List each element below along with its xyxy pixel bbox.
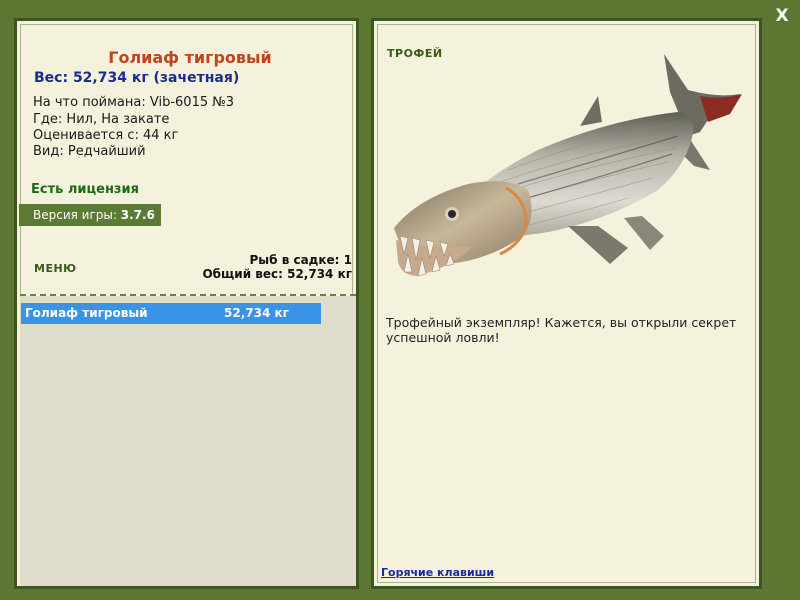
- keepnet-total-weight: Общий вес: 52,734 кг: [202, 267, 352, 281]
- version-label: Версия игры:: [33, 208, 121, 222]
- license-status: Есть лицензия: [31, 182, 139, 197]
- catch-rating-info: Оценивается с: 44 кг: [33, 128, 179, 143]
- keepnet-fish-count: Рыб в садке: 1: [249, 253, 353, 267]
- menu-button[interactable]: МЕНЮ: [34, 262, 77, 275]
- keepnet-row-name: Голиаф тигровый: [25, 306, 148, 320]
- hotkeys-link[interactable]: Горячие клавиши: [381, 566, 494, 579]
- catch-lure-info: На что поймана: Vib-6015 №3: [33, 95, 235, 110]
- game-version-bar: Версия игры: 3.7.6: [19, 204, 161, 226]
- close-button[interactable]: X: [772, 6, 792, 26]
- fish-species-title: Голиаф тигровый: [108, 48, 272, 67]
- keepnet-row-weight: 52,734 кг: [224, 306, 289, 320]
- catch-rarity-info: Вид: Редчайший: [33, 144, 146, 159]
- keepnet-list: [20, 296, 356, 586]
- list-divider: [20, 294, 356, 296]
- goliath-tigerfish-illustration: [394, 54, 742, 277]
- version-value: 3.7.6: [120, 208, 155, 222]
- catch-location-info: Где: Нил, На закате: [33, 112, 170, 127]
- trophy-message: Трофейный экземпляр! Кажется, вы открыли…: [386, 315, 737, 345]
- fish-weight: Вес: 52,734 кг (зачетная): [34, 70, 240, 86]
- keepnet-row[interactable]: Голиаф тигровый 52,734 кг: [21, 303, 321, 324]
- close-icon: X: [775, 6, 789, 26]
